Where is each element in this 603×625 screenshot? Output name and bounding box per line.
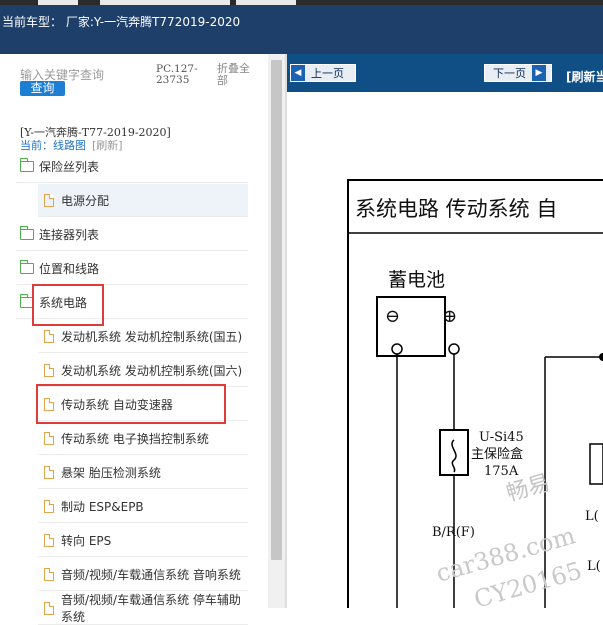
arrow-left-icon: ◀ [291,65,305,81]
top-bar: 当前车型： 厂家:Y-一汽奔腾T772019-2020 [0,0,603,54]
search-button[interactable]: 查询 [20,81,65,96]
tree-item-label: 电源分配 [61,193,110,208]
battery-terminal-neg [391,343,403,355]
tree-item-label: 转向 EPS [61,533,112,548]
battery-terminal-pos [448,343,460,355]
viewer-nav-bar: ◀ 上一页 下一页 ▶ [刷新当 [287,54,603,92]
tree-item-label: 音频/视频/车载通信系统 音响系统 [61,567,241,582]
left-scrollbar[interactable] [268,54,285,608]
tree-item-label: 位置和线路 [39,261,100,276]
tree-item-connector-list[interactable]: 连接器列表 [16,218,248,251]
diagram-viewer: ◀ 上一页 下一页 ▶ [刷新当 系统电路 传动系统 自 蓄电池 ⊖ ⊕ U-S… [285,54,603,621]
partial-label-1: L( [585,509,599,524]
tree-item-tire-pressure[interactable]: 悬架 胎压检测系统 [38,456,248,489]
battery-plus-terminal: ⊕ [442,306,457,327]
partial-label-2: L( [587,559,601,574]
tree-item-label: 发动机系统 发动机控制系统(国五) [61,329,243,344]
current-vehicle: 当前车型： 厂家:Y-一汽奔腾T772019-2020 [2,15,241,29]
left-panel: 输入关键字查询 查询 PC.127-23735 折叠全部 [Y-一汽奔腾-T77… [0,54,285,625]
tree-item-fuse-list[interactable]: 保险丝列表 [16,150,248,183]
fuse-id: U-Si45 [479,430,524,445]
scrollbar-thumb[interactable] [271,60,282,560]
tree-item-location-routing[interactable]: 位置和线路 [16,252,248,285]
document-icon [44,193,54,207]
refresh-page-link[interactable]: [刷新当 [566,68,603,85]
tree-item-label: 连接器列表 [39,227,100,242]
fuse-element [451,439,457,473]
tree-item-electronic-shift[interactable]: 传动系统 电子换挡控制系统 [38,422,248,455]
tree-item-power-distribution[interactable]: 电源分配 [38,184,248,217]
highlight-box-automatic-transmission [36,384,226,424]
partial-fuse-right [589,443,603,485]
tree-item-esp-epb[interactable]: 制动 ESP&EPB [38,490,248,523]
document-icon [44,499,54,513]
fuse-rating: 175A [484,464,519,479]
tree-item-label: 发动机系统 发动机控制系统(国六) [61,363,243,378]
tree-item-label: 制动 ESP&EPB [61,499,144,514]
document-icon [44,329,54,343]
next-page-button[interactable]: 下一页 ▶ [484,64,552,82]
tree-item-parking-assist[interactable]: 音频/视频/车载通信系统 停车辅助系统 [38,592,248,625]
tree-item-audio-system[interactable]: 音频/视频/车载通信系统 音响系统 [38,558,248,591]
arrow-right-icon: ▶ [532,65,546,81]
document-icon [44,567,54,581]
battery-minus-terminal: ⊖ [385,306,400,327]
prev-page-label: 上一页 [311,67,344,80]
wiring-diagram: 系统电路 传动系统 自 蓄电池 ⊖ ⊕ U-Si45 主保险盒 175A B/R… [347,179,603,621]
wire-color-label: B/R(F) [432,525,475,540]
collapse-all-button[interactable]: 折叠全部 [217,63,257,87]
splice-dot [599,353,603,361]
document-icon [44,601,54,615]
top-strip [0,0,603,5]
diagram-sheet: 系统电路 传动系统 自 蓄电池 ⊖ ⊕ U-Si45 主保险盒 175A B/R… [287,92,603,621]
tree-item-engine-cn6[interactable]: 发动机系统 发动机控制系统(国六) [38,354,248,387]
document-icon [44,533,54,547]
tree-item-eps[interactable]: 转向 EPS [38,524,248,557]
prev-page-button[interactable]: ◀ 上一页 [290,64,356,82]
document-icon [44,465,54,479]
folder-icon [20,157,34,172]
folder-icon [20,225,34,240]
pc-code: PC.127-23735 [156,63,198,86]
document-icon [44,431,54,445]
tree-item-label: 音频/视频/车载通信系统 停车辅助系统 [61,593,241,624]
tree-item-label: 悬架 胎压检测系统 [61,465,161,480]
tree-item-label: 保险丝列表 [39,159,100,174]
battery-label: 蓄电池 [388,269,445,291]
diagram-title: 系统电路 传动系统 自 [355,197,557,221]
folder-icon [20,259,34,274]
tree-item-label: 传动系统 电子换挡控制系统 [61,431,209,446]
highlight-box-system-circuits [32,284,104,326]
document-icon [44,363,54,377]
next-page-label: 下一页 [493,67,526,80]
fuse-box-name: 主保险盒 [471,446,523,462]
